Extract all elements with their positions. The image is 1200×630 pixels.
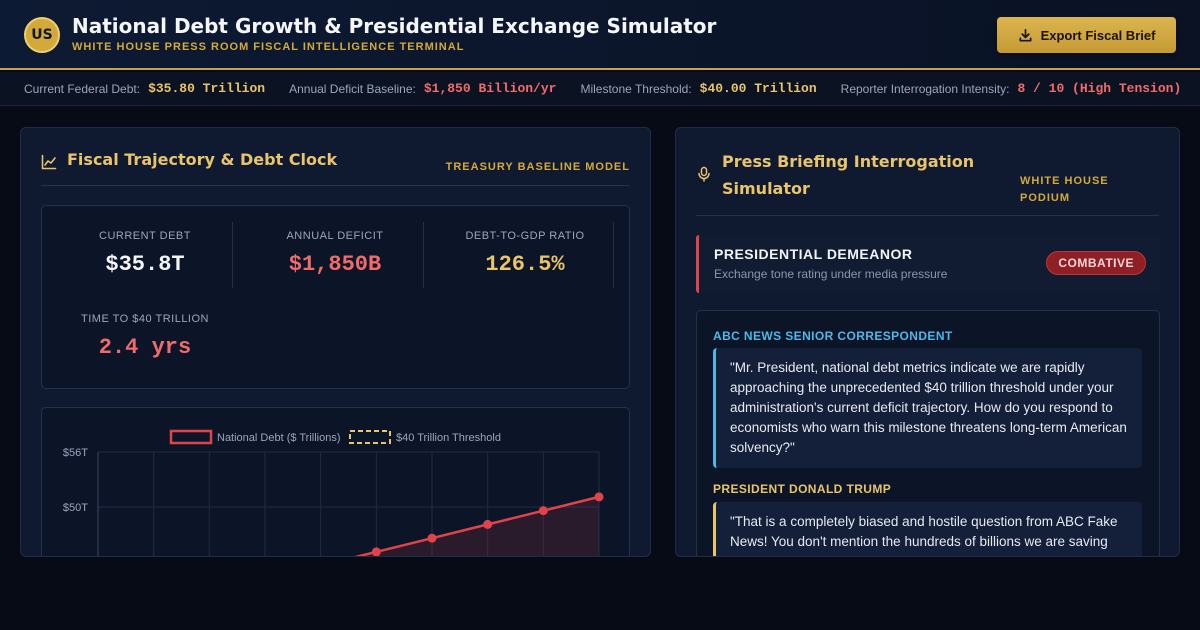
stat-label: CURRENT DEBT xyxy=(99,230,191,242)
ticker-label: Current Federal Debt: xyxy=(24,81,141,96)
app-title: National Debt Growth & Presidential Exch… xyxy=(72,14,717,38)
stat-value: $35.8T xyxy=(105,252,185,277)
stat-current-debt: CURRENT DEBT $35.8T xyxy=(50,230,240,277)
ticker-label: Milestone Threshold: xyxy=(580,81,692,96)
panel-header: Fiscal Trajectory & Debt Clock TREASURY … xyxy=(41,128,630,186)
us-seal-logo: US xyxy=(24,17,60,53)
stat-label: TIME TO $40 TRILLION xyxy=(81,313,209,325)
ticker-value: 8 / 10 (High Tension) xyxy=(1017,81,1182,96)
stat-time-to-40t: TIME TO $40 TRILLION 2.4 yrs xyxy=(50,313,240,360)
ticker-item-annual-deficit: Annual Deficit Baseline: $1,850 Billion/… xyxy=(289,81,556,96)
debt-data-point xyxy=(371,547,381,556)
app-header: US National Debt Growth & Presidential E… xyxy=(0,0,1200,70)
y-tick-label: $50T xyxy=(63,502,88,514)
stat-annual-deficit: ANNUAL DEFICIT $1,850B xyxy=(240,230,430,277)
y-tick-label: $56T xyxy=(63,447,88,459)
chart-svg: $56T $50T National Debt ($ Trillions) $40 T… xyxy=(63,429,604,556)
stat-value: $1,850B xyxy=(288,252,382,277)
line-chart-icon xyxy=(41,154,57,170)
ticker-item-current-debt: Current Federal Debt: $35.80 Trillion xyxy=(24,81,265,96)
press-briefing-panel: Press Briefing Interrogation Simulator W… xyxy=(675,127,1180,557)
microphone-icon xyxy=(698,166,710,182)
debt-clock-stats: CURRENT DEBT $35.8T ANNUAL DEFICIT $1,85… xyxy=(41,205,630,389)
reporter-question: "Mr. President, national debt metrics in… xyxy=(713,348,1142,468)
demeanor-subtitle: Exchange tone rating under media pressur… xyxy=(714,267,948,281)
legend-label-debt: National Debt ($ Trillions) xyxy=(217,432,341,444)
panel-header: Press Briefing Interrogation Simulator W… xyxy=(696,128,1159,216)
debt-data-point xyxy=(538,506,548,516)
divider xyxy=(423,222,424,288)
stat-label: ANNUAL DEFICIT xyxy=(286,230,384,242)
panel-title: Fiscal Trajectory & Debt Clock xyxy=(67,150,338,169)
speaker-label-reporter: ABC NEWS SENIOR CORRESPONDENT xyxy=(713,329,953,343)
divider xyxy=(613,222,614,288)
legend-swatch-debt xyxy=(169,429,213,445)
legend-label-threshold: $40 Trillion Threshold xyxy=(396,432,501,444)
presidential-demeanor-card: PRESIDENTIAL DEMEANOR Exchange tone rati… xyxy=(696,235,1160,293)
stat-label: DEBT-TO-GDP RATIO xyxy=(465,230,585,242)
panel-tag: TREASURY BASELINE MODEL xyxy=(445,161,630,173)
legend-swatch-threshold xyxy=(349,430,391,444)
download-icon xyxy=(1019,28,1032,41)
ticker-item-milestone: Milestone Threshold: $40.00 Trillion xyxy=(580,81,816,96)
app-subtitle: WHITE HOUSE PRESS ROOM FISCAL INTELLIGEN… xyxy=(72,41,465,53)
ticker-label: Reporter Interrogation Intensity: xyxy=(840,81,1010,96)
debt-data-point xyxy=(594,492,604,502)
panel-tag: WHITE HOUSE PODIUM xyxy=(1020,175,1109,204)
ticker-value: $35.80 Trillion xyxy=(148,81,266,96)
ticker-label: Annual Deficit Baseline: xyxy=(289,81,416,96)
debt-trajectory-chart: $56T $50T National Debt ($ Trillions) $40 T… xyxy=(41,407,630,556)
export-button-label: Export Fiscal Brief xyxy=(1040,27,1156,43)
ticker-item-intensity: Reporter Interrogation Intensity: 8 / 10… xyxy=(841,81,1182,96)
debt-data-point xyxy=(427,533,437,543)
president-response: "That is a completely biased and hostile… xyxy=(713,502,1142,556)
ticker-value: $40.00 Trillion xyxy=(699,81,817,96)
export-fiscal-brief-button[interactable]: Export Fiscal Brief xyxy=(997,17,1176,53)
panel-title: Press Briefing Interrogation Simulator xyxy=(722,152,975,198)
fiscal-ticker: Current Federal Debt: $35.80 Trillion An… xyxy=(0,72,1200,106)
divider xyxy=(232,222,233,288)
stat-value: 126.5% xyxy=(485,252,565,277)
ticker-value: $1,850 Billion/yr xyxy=(423,81,557,96)
briefing-transcript[interactable]: ABC NEWS SENIOR CORRESPONDENT "Mr. Presi… xyxy=(696,310,1160,556)
demeanor-title: PRESIDENTIAL DEMEANOR xyxy=(714,246,913,262)
speaker-label-president: PRESIDENT DONALD TRUMP xyxy=(713,482,892,496)
demeanor-badge: COMBATIVE xyxy=(1046,251,1146,275)
fiscal-trajectory-panel: Fiscal Trajectory & Debt Clock TREASURY … xyxy=(20,127,651,557)
stat-debt-to-gdp: DEBT-TO-GDP RATIO 126.5% xyxy=(430,230,620,277)
stat-value: 2.4 yrs xyxy=(98,335,192,360)
debt-data-point xyxy=(483,519,493,529)
